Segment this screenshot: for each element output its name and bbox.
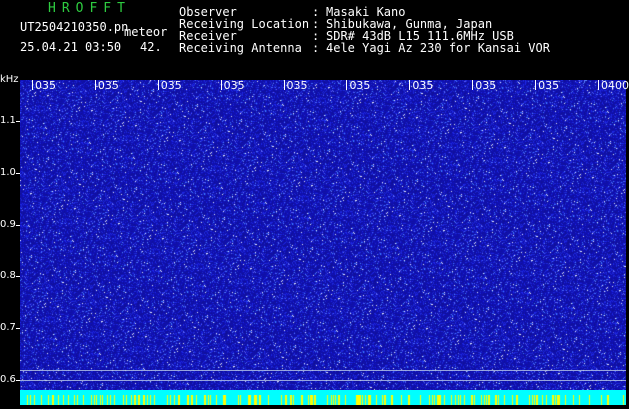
x-tick-label: 035 [286,79,308,92]
y-axis-unit: kHz [0,74,19,85]
info-label-antenna: Receiving Antenna [179,41,302,55]
x-tick-mark [157,80,159,90]
reference-line-lower [20,380,626,381]
y-tick-mark [16,328,20,329]
y-tick-label: 0.6 [0,373,16,385]
x-tick-label: 035 [412,79,434,92]
x-tick-label: 035 [223,79,245,92]
mode-label: meteor [124,25,168,39]
y-tick-mark [16,173,20,174]
x-tick-mark [472,80,474,90]
filename-label: UT2504210350.pn [20,20,129,34]
x-tick-mark [283,80,285,90]
x-tick-label: 035 [97,79,119,92]
y-tick-label: 1.0 [0,167,16,178]
datetime-label: 25.04.21 03:50 [20,40,122,54]
y-tick-label: 1.1 [0,115,16,127]
y-tick-mark [16,379,20,381]
hrofft-logo: HROFFT [48,1,131,16]
x-tick-label: 035 [538,79,560,92]
spectrogram-noise [20,80,626,390]
signal-level-marks [20,395,626,405]
spectrogram-plot [20,80,626,390]
y-tick-label: 0.9 [0,218,16,230]
x-tick-mark [94,80,96,90]
x-tick-mark [598,80,599,90]
x-tick-mark [535,80,537,90]
signal-level-bar [20,390,626,405]
x-tick-label: 035 [160,79,182,92]
y-tick-label: 0.8 [0,270,16,282]
y-tick-mark [16,224,20,226]
x-tick-label: 035 [35,79,56,92]
x-tick-label: 0400 [601,79,629,92]
info-value-antenna: 4ele Yagi Az 230 for Kansai VOR [326,41,550,55]
x-tick-mark [409,80,411,90]
y-tick-mark [16,276,20,278]
y-tick-label: 0.7 [0,322,16,333]
x-tick-label: 035 [349,79,371,92]
x-tick-label: 035 [475,79,497,92]
x-tick-mark [220,80,222,90]
info-colon: : [312,41,320,55]
reference-line-upper [20,370,626,371]
x-tick-mark [346,80,348,90]
x-tick-mark [32,80,33,90]
y-tick-mark [16,121,20,123]
count-label: 42. [140,40,162,54]
